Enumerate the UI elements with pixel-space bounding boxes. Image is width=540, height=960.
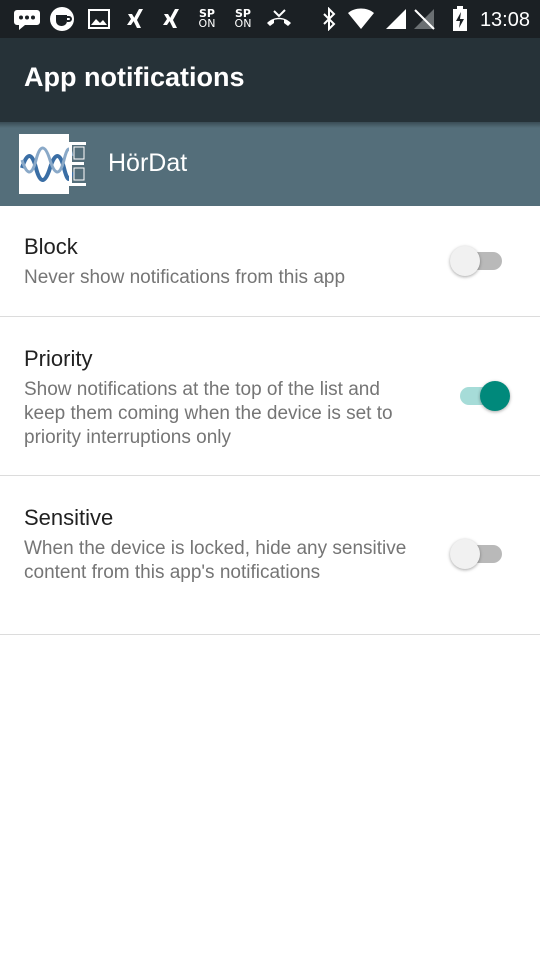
toggle-thumb <box>480 381 510 411</box>
xing-icon <box>122 0 148 38</box>
no-signal-icon <box>410 0 438 38</box>
app-bar: App notifications <box>0 38 540 122</box>
sensitive-setting-row[interactable]: Sensitive When the device is locked, hid… <box>0 476 540 635</box>
sensitive-toggle[interactable] <box>450 534 510 574</box>
priority-setting-row[interactable]: Priority Show notifications at the top o… <box>0 317 540 476</box>
on-label: ON <box>198 17 216 30</box>
chat-icon <box>12 0 42 38</box>
signal-icon <box>382 0 410 38</box>
toggle-thumb <box>450 246 480 276</box>
app-name: HörDat <box>108 149 188 177</box>
sensitive-summary: When the device is locked, hide any sens… <box>24 538 407 583</box>
block-title: Block <box>24 234 78 259</box>
missed-call-icon <box>264 0 294 38</box>
image-icon <box>86 0 112 38</box>
xing-icon <box>158 0 184 38</box>
coffee-icon <box>48 0 78 38</box>
app-header: HörDat <box>0 122 540 206</box>
clock: 13:08 <box>479 9 530 31</box>
priority-title: Priority <box>24 346 93 371</box>
battery-charging-icon <box>448 0 472 38</box>
wifi-icon <box>346 0 376 38</box>
priority-summary: Show notifications at the top of the lis… <box>24 379 393 448</box>
block-setting-row[interactable]: Block Never show notifications from this… <box>0 206 540 317</box>
app-logo-icon <box>19 134 89 194</box>
priority-toggle[interactable] <box>450 376 510 416</box>
page-title: App notifications <box>24 62 245 92</box>
toggle-thumb <box>450 539 480 569</box>
status-bar: SP ON SP ON 13:08 <box>0 0 540 38</box>
sensitive-title: Sensitive <box>24 505 114 530</box>
sp-on-icon: SP ON <box>230 0 256 38</box>
block-toggle[interactable] <box>450 241 510 281</box>
bluetooth-icon <box>318 0 340 38</box>
on-label: ON <box>234 17 252 30</box>
sp-on-icon: SP ON <box>194 0 220 38</box>
block-summary: Never show notifications from this app <box>24 267 346 288</box>
